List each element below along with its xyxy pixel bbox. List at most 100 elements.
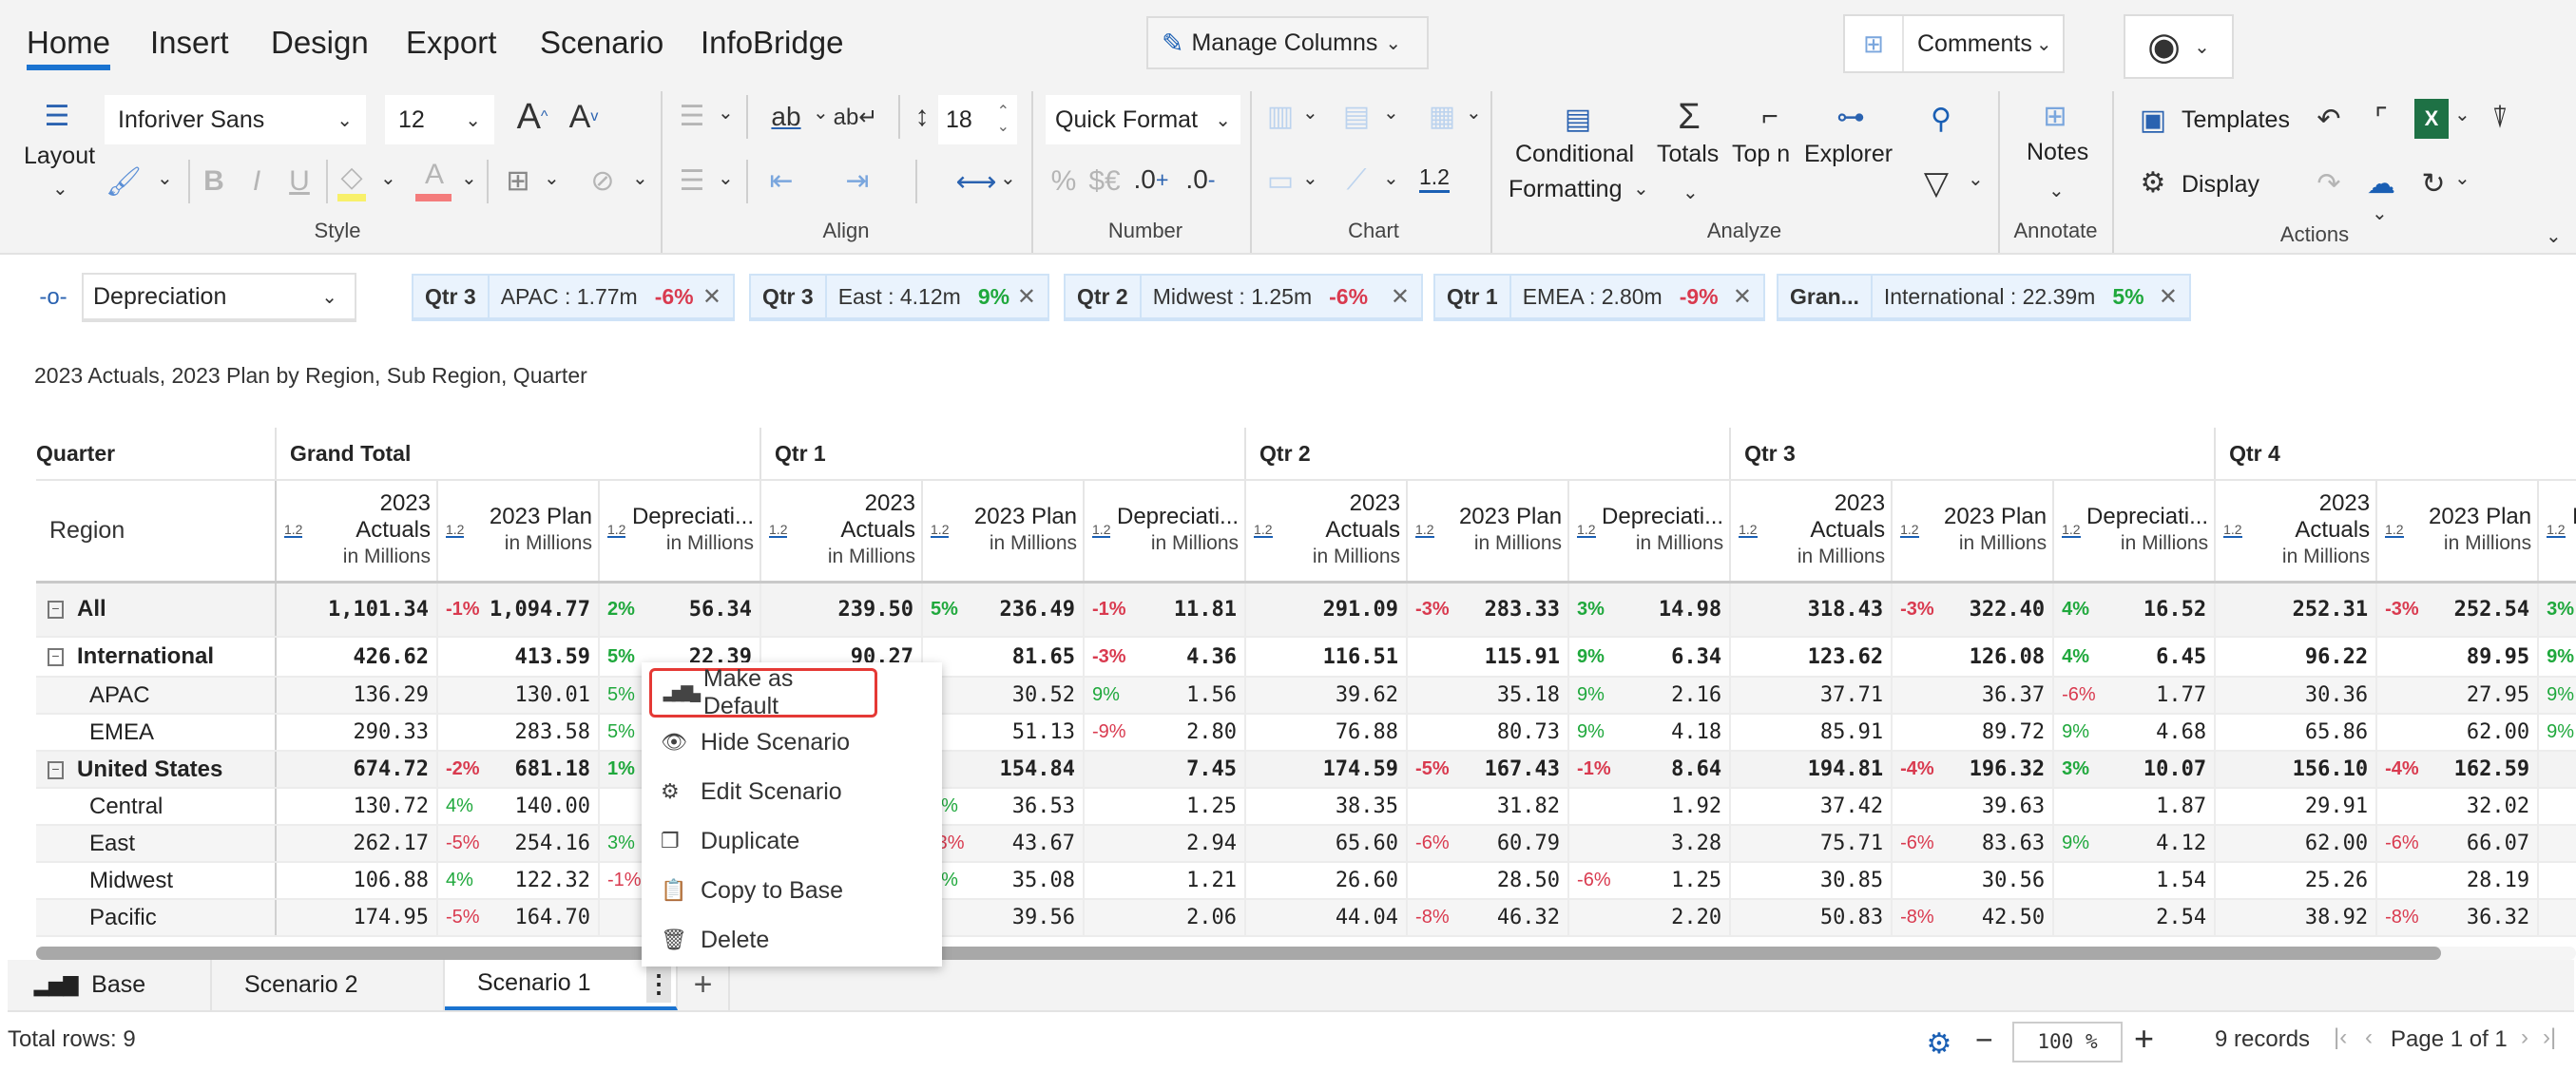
data-cell[interactable]: 136.29 xyxy=(275,677,437,715)
data-cell[interactable]: -3% 4.36 xyxy=(1083,637,1246,678)
number-format-icon[interactable]: 1.2 xyxy=(446,523,465,539)
data-cell[interactable]: -3% 283.33 xyxy=(1406,582,1569,638)
data-cell[interactable]: 37.42 xyxy=(1729,788,1893,826)
cloud-upload-icon[interactable]: ☁ xyxy=(2362,160,2400,207)
data-cell[interactable]: -5% 167.43 xyxy=(1406,751,1569,789)
data-cell[interactable]: 9% 6.34 xyxy=(1567,637,1731,678)
data-label-button[interactable]: 1.2 xyxy=(1419,164,1450,193)
measure-select[interactable]: Depreciation ⌄ xyxy=(82,273,356,322)
chevron-down-icon[interactable]: ⌄ xyxy=(2454,166,2470,190)
prev-page-icon[interactable]: ‹ xyxy=(2365,1024,2373,1051)
font-size-select[interactable]: 12 ⌄ xyxy=(385,95,494,144)
data-cell[interactable]: 30.85 xyxy=(1729,862,1893,900)
data-cell[interactable]: 62.00 xyxy=(2375,714,2539,752)
measure-header[interactable]: 1.2 2023 Actuals in Millions xyxy=(759,480,923,584)
scenario-tab-scenario-2[interactable]: Scenario 2 xyxy=(212,960,445,1010)
data-cell[interactable]: 2% 56.34 xyxy=(597,582,761,638)
data-cell[interactable]: 28.19 xyxy=(2375,862,2539,900)
data-cell[interactable]: -6% 60.79 xyxy=(1406,825,1569,863)
vertical-align-icon[interactable]: ☰ xyxy=(673,160,711,201)
borders-icon[interactable]: ⊞ xyxy=(499,160,537,201)
currency-icon[interactable]: $€ xyxy=(1084,160,1125,203)
number-format-icon[interactable]: 1.2 xyxy=(284,523,303,539)
notes-icon[interactable]: ⊞ xyxy=(2034,95,2076,137)
data-cell[interactable] xyxy=(2537,751,2576,789)
data-cell[interactable]: 9% 4.12 xyxy=(2052,825,2216,863)
data-cell[interactable]: -8% 46.32 xyxy=(1406,899,1569,937)
row-header[interactable]: EMEA xyxy=(36,714,277,752)
font-family-select[interactable]: Inforiver Sans ⌄ xyxy=(105,95,366,144)
data-cell[interactable]: -8% 42.50 xyxy=(1891,899,2054,937)
bold-icon[interactable]: B xyxy=(200,160,228,203)
chevron-down-icon[interactable]: ⌄ xyxy=(632,166,648,190)
remove-chip-icon[interactable]: ✕ xyxy=(1733,283,1752,311)
data-cell[interactable]: 80.73 xyxy=(1406,714,1569,752)
data-cell[interactable]: 65.86 xyxy=(2214,714,2377,752)
row-header[interactable]: − All xyxy=(36,582,277,638)
display-settings-icon[interactable]: ⚙ xyxy=(2132,162,2174,203)
data-cell[interactable]: 1.21 xyxy=(1083,862,1246,900)
chevron-down-icon[interactable]: ⌄ xyxy=(1302,166,1318,190)
conditional-label[interactable]: Conditional xyxy=(1515,141,1634,168)
data-cell[interactable]: 252.31 xyxy=(2214,582,2377,638)
remove-chip-icon[interactable]: ✕ xyxy=(1017,283,1036,311)
menu-item-make-as-default[interactable]: ▂▅▇▄ Make as Default xyxy=(649,665,877,719)
data-cell[interactable]: 262.17 xyxy=(275,825,437,863)
number-format-icon[interactable]: 1.2 xyxy=(1577,523,1596,539)
measure-header[interactable]: 1.2 2023 Actuals in Millions xyxy=(275,480,437,584)
clear-format-icon[interactable]: ⊘ xyxy=(582,160,624,201)
search-icon[interactable]: ⚲ xyxy=(1920,95,1962,143)
data-cell[interactable]: -3% 43.67 xyxy=(921,825,1085,863)
data-cell[interactable]: 115.91 xyxy=(1406,637,1569,678)
data-cell[interactable]: 7% 36.53 xyxy=(921,788,1085,826)
data-cell[interactable]: 239.50 xyxy=(759,582,923,638)
data-cell[interactable]: 36.37 xyxy=(1891,677,2054,715)
add-scenario-button[interactable]: + xyxy=(678,960,730,1010)
number-format-icon[interactable]: 1.2 xyxy=(1900,523,1919,539)
column-group-header[interactable]: Qtr 4 xyxy=(2214,428,2576,481)
format-painter-icon[interactable]: 🖌 xyxy=(105,160,143,203)
filter-chip[interactable]: Qtr 3 APAC : 1.77m -6% ✕ xyxy=(412,274,735,321)
data-cell[interactable]: 32.02 xyxy=(2375,788,2539,826)
data-cell[interactable]: 9% 4.18 xyxy=(1567,714,1731,752)
number-format-icon[interactable]: 1.2 xyxy=(2062,523,2081,539)
data-cell[interactable] xyxy=(2537,899,2576,937)
data-cell[interactable]: 76.88 xyxy=(1244,714,1408,752)
data-cell[interactable]: 38.92 xyxy=(2214,899,2377,937)
chevron-down-icon[interactable]: ⌄ xyxy=(157,166,173,190)
data-cell[interactable]: 37.71 xyxy=(1729,677,1893,715)
sparkline-icon[interactable]: ⟋ xyxy=(1336,160,1377,201)
number-format-icon[interactable]: 1.2 xyxy=(1254,523,1273,539)
line-height-stepper[interactable]: 18 ⌃ ⌄ xyxy=(938,95,1017,144)
quick-format-select[interactable]: Quick Format ⌄ xyxy=(1046,95,1240,144)
data-cell[interactable]: 51.13 xyxy=(921,714,1085,752)
data-cell[interactable]: 174.59 xyxy=(1244,751,1408,789)
data-cell[interactable]: -3% 322.40 xyxy=(1891,582,2054,638)
tab-export[interactable]: Export xyxy=(406,25,496,61)
data-cell[interactable]: -9% 2.80 xyxy=(1083,714,1246,752)
increase-font-icon[interactable]: A ^ xyxy=(511,93,553,141)
data-cell[interactable]: 116.51 xyxy=(1244,637,1408,678)
data-cell[interactable]: 318.43 xyxy=(1729,582,1893,638)
menu-item-edit-scenario[interactable]: ⚙ Edit Scenario xyxy=(649,767,934,816)
data-cell[interactable]: 4% 140.00 xyxy=(436,788,599,826)
data-cell[interactable]: 89.95 xyxy=(2375,637,2539,678)
data-cell[interactable]: 130.01 xyxy=(436,677,599,715)
data-cell[interactable]: 290.33 xyxy=(275,714,437,752)
remove-chip-icon[interactable]: ✕ xyxy=(702,283,721,311)
decrease-decimal-icon[interactable]: .0- xyxy=(1179,158,1222,201)
number-format-icon[interactable]: 1.2 xyxy=(931,523,950,539)
next-page-icon[interactable]: › xyxy=(2521,1024,2528,1051)
page-size-icon[interactable]: ⌜ xyxy=(2362,95,2400,143)
data-cell[interactable]: 30.52 xyxy=(921,677,1085,715)
chevron-down-icon[interactable]: ⌄ xyxy=(1302,101,1318,124)
variance-chart-icon[interactable]: ▦ xyxy=(1421,95,1463,137)
data-cell[interactable]: 62.00 xyxy=(2214,825,2377,863)
chevron-down-icon[interactable]: ⌄ xyxy=(1682,181,1699,204)
explorer-label[interactable]: Explorer xyxy=(1804,141,1893,168)
menu-item-duplicate[interactable]: ❐ Duplicate xyxy=(649,816,934,866)
measure-header[interactable]: 1.2 2023 Plan in Millions xyxy=(1891,480,2054,584)
data-cell[interactable] xyxy=(2537,862,2576,900)
data-cell[interactable]: 9% xyxy=(2537,637,2576,678)
chevron-down-icon[interactable]: ⌄ xyxy=(1000,166,1016,190)
